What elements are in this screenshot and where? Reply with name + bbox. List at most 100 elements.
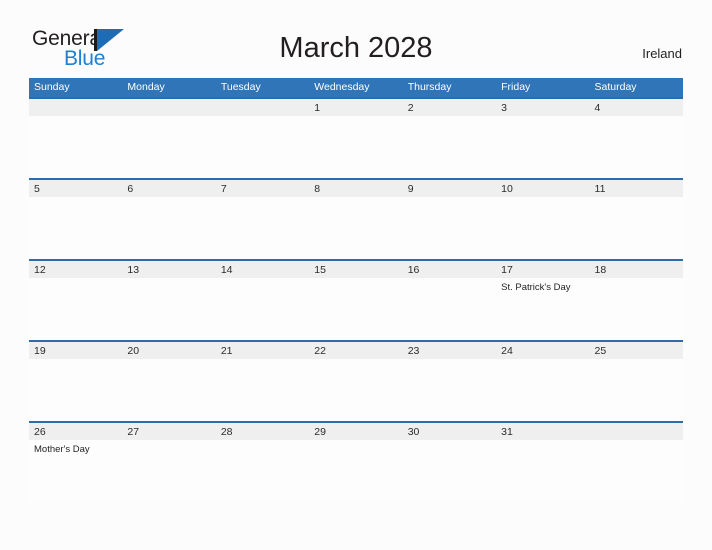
day-cell[interactable]: 17 St. Patrick's Day [496,259,590,340]
day-event-label: Mother's Day [34,444,90,455]
day-number-band: 8 [309,178,403,197]
calendar-week-row: 1 2 3 4 [29,97,683,178]
day-number: 19 [34,345,46,357]
day-cell[interactable]: 5 [29,178,123,259]
day-number-band: 27 [122,421,216,440]
day-number-band: 21 [215,340,310,359]
day-number: 1 [314,102,321,114]
day-cell[interactable] [29,97,123,178]
day-number: 31 [501,426,513,438]
day-number-band: 17 [496,259,590,278]
day-cell[interactable]: 6 [122,178,216,259]
day-cell[interactable]: 15 [309,259,403,340]
day-number: 24 [501,345,513,357]
day-number-band [215,97,310,116]
calendar-week-row: 12 13 14 15 16 17 St. Patrick's Day 18 [29,259,683,340]
day-cell[interactable]: 24 [496,340,590,421]
day-cell[interactable]: 12 [29,259,123,340]
weekday-header-sunday: Sunday [34,81,70,93]
day-cell[interactable]: 11 [589,178,683,259]
day-number: 9 [407,183,414,195]
day-number: 22 [314,345,326,357]
weekday-header-thursday: Thursday [407,81,452,93]
day-number: 15 [314,264,326,276]
day-cell[interactable]: 10 [496,178,590,259]
day-cell[interactable]: 2 [402,97,497,178]
day-number: 29 [314,426,326,438]
day-cell[interactable]: 23 [402,340,497,421]
day-cell[interactable]: 8 [309,178,403,259]
day-number-band: 28 [215,421,310,440]
day-number: 18 [594,264,607,276]
country-label: Ireland [642,46,682,61]
day-cell[interactable]: 13 [122,259,216,340]
day-number: 3 [501,102,507,114]
day-cell[interactable]: 4 [589,97,683,178]
day-number-band: 19 [29,340,123,359]
day-number-band [29,97,123,116]
day-cell[interactable]: 7 [215,178,310,259]
day-number-band: 13 [122,259,216,278]
day-cell[interactable]: 20 [122,340,216,421]
day-number-band: 20 [122,340,216,359]
day-number-band: 6 [122,178,216,197]
day-cell[interactable]: 27 [122,421,216,502]
day-cell[interactable]: 3 [496,97,590,178]
page-title: March 2028 [279,32,433,64]
day-cell[interactable]: 18 [589,259,683,340]
day-number: 6 [127,183,134,195]
day-number-band: 25 [589,340,683,359]
day-number-band: 11 [589,178,683,197]
day-number-band: 30 [402,421,497,440]
day-number-band: 29 [309,421,403,440]
day-number: 27 [127,426,140,438]
day-number-band: 31 [496,421,590,440]
day-cell[interactable]: 16 [402,259,497,340]
calendar-week-row: 5 6 7 8 9 10 11 [29,178,683,259]
day-cell[interactable] [122,97,216,178]
day-number-band: 14 [215,259,310,278]
day-cell[interactable] [589,421,683,502]
day-cell[interactable]: 19 [29,340,123,421]
day-cell[interactable]: 25 [589,340,683,421]
day-number: 2 [407,102,414,114]
day-number: 13 [127,264,140,276]
day-number-band: 12 [29,259,123,278]
day-event-label: St. Patrick's Day [501,282,571,293]
weekday-header-monday: Monday [127,81,165,93]
day-number-band: 18 [589,259,683,278]
day-cell[interactable] [215,97,310,178]
weekday-header-tuesday: Tuesday [220,81,261,93]
day-cell[interactable]: 22 [309,340,403,421]
day-cell[interactable]: 31 [496,421,590,502]
day-number-band: 4 [589,97,683,116]
day-cell[interactable]: 14 [215,259,310,340]
day-cell[interactable]: 29 [309,421,403,502]
day-number: 7 [220,183,227,195]
day-number-band: 7 [215,178,310,197]
day-cell[interactable]: 9 [402,178,497,259]
calendar-week-row: 19 20 21 22 23 24 25 [29,340,683,421]
day-number-band: 10 [496,178,590,197]
calendar-page: General Blue March 2028 Ireland Sunday M… [0,0,712,550]
day-cell[interactable]: 1 [309,97,403,178]
weekday-header-row: Sunday Monday Tuesday Wednesday Thursday… [29,78,683,97]
day-number-band: 15 [309,259,403,278]
day-number-band: 5 [29,178,123,197]
day-cell[interactable]: 28 [215,421,310,502]
day-number: 30 [407,426,420,438]
weekday-header-saturday: Saturday [594,81,637,93]
day-number: 17 [501,264,513,276]
page-header: General Blue March 2028 Ireland [0,0,712,76]
day-cell[interactable]: 21 [215,340,310,421]
day-number-band: 16 [402,259,497,278]
day-number: 10 [501,183,513,195]
day-number-band: 22 [309,340,403,359]
day-number-band: 26 [29,421,123,440]
day-cell[interactable]: 30 [402,421,497,502]
calendar-grid: Sunday Monday Tuesday Wednesday Thursday… [29,78,683,502]
day-cell[interactable]: 26 Mother's Day [29,421,123,502]
day-number-band [122,97,216,116]
calendar-week-row: 26 Mother's Day 27 28 29 30 31 [29,421,683,502]
day-number-band: 3 [496,97,590,116]
